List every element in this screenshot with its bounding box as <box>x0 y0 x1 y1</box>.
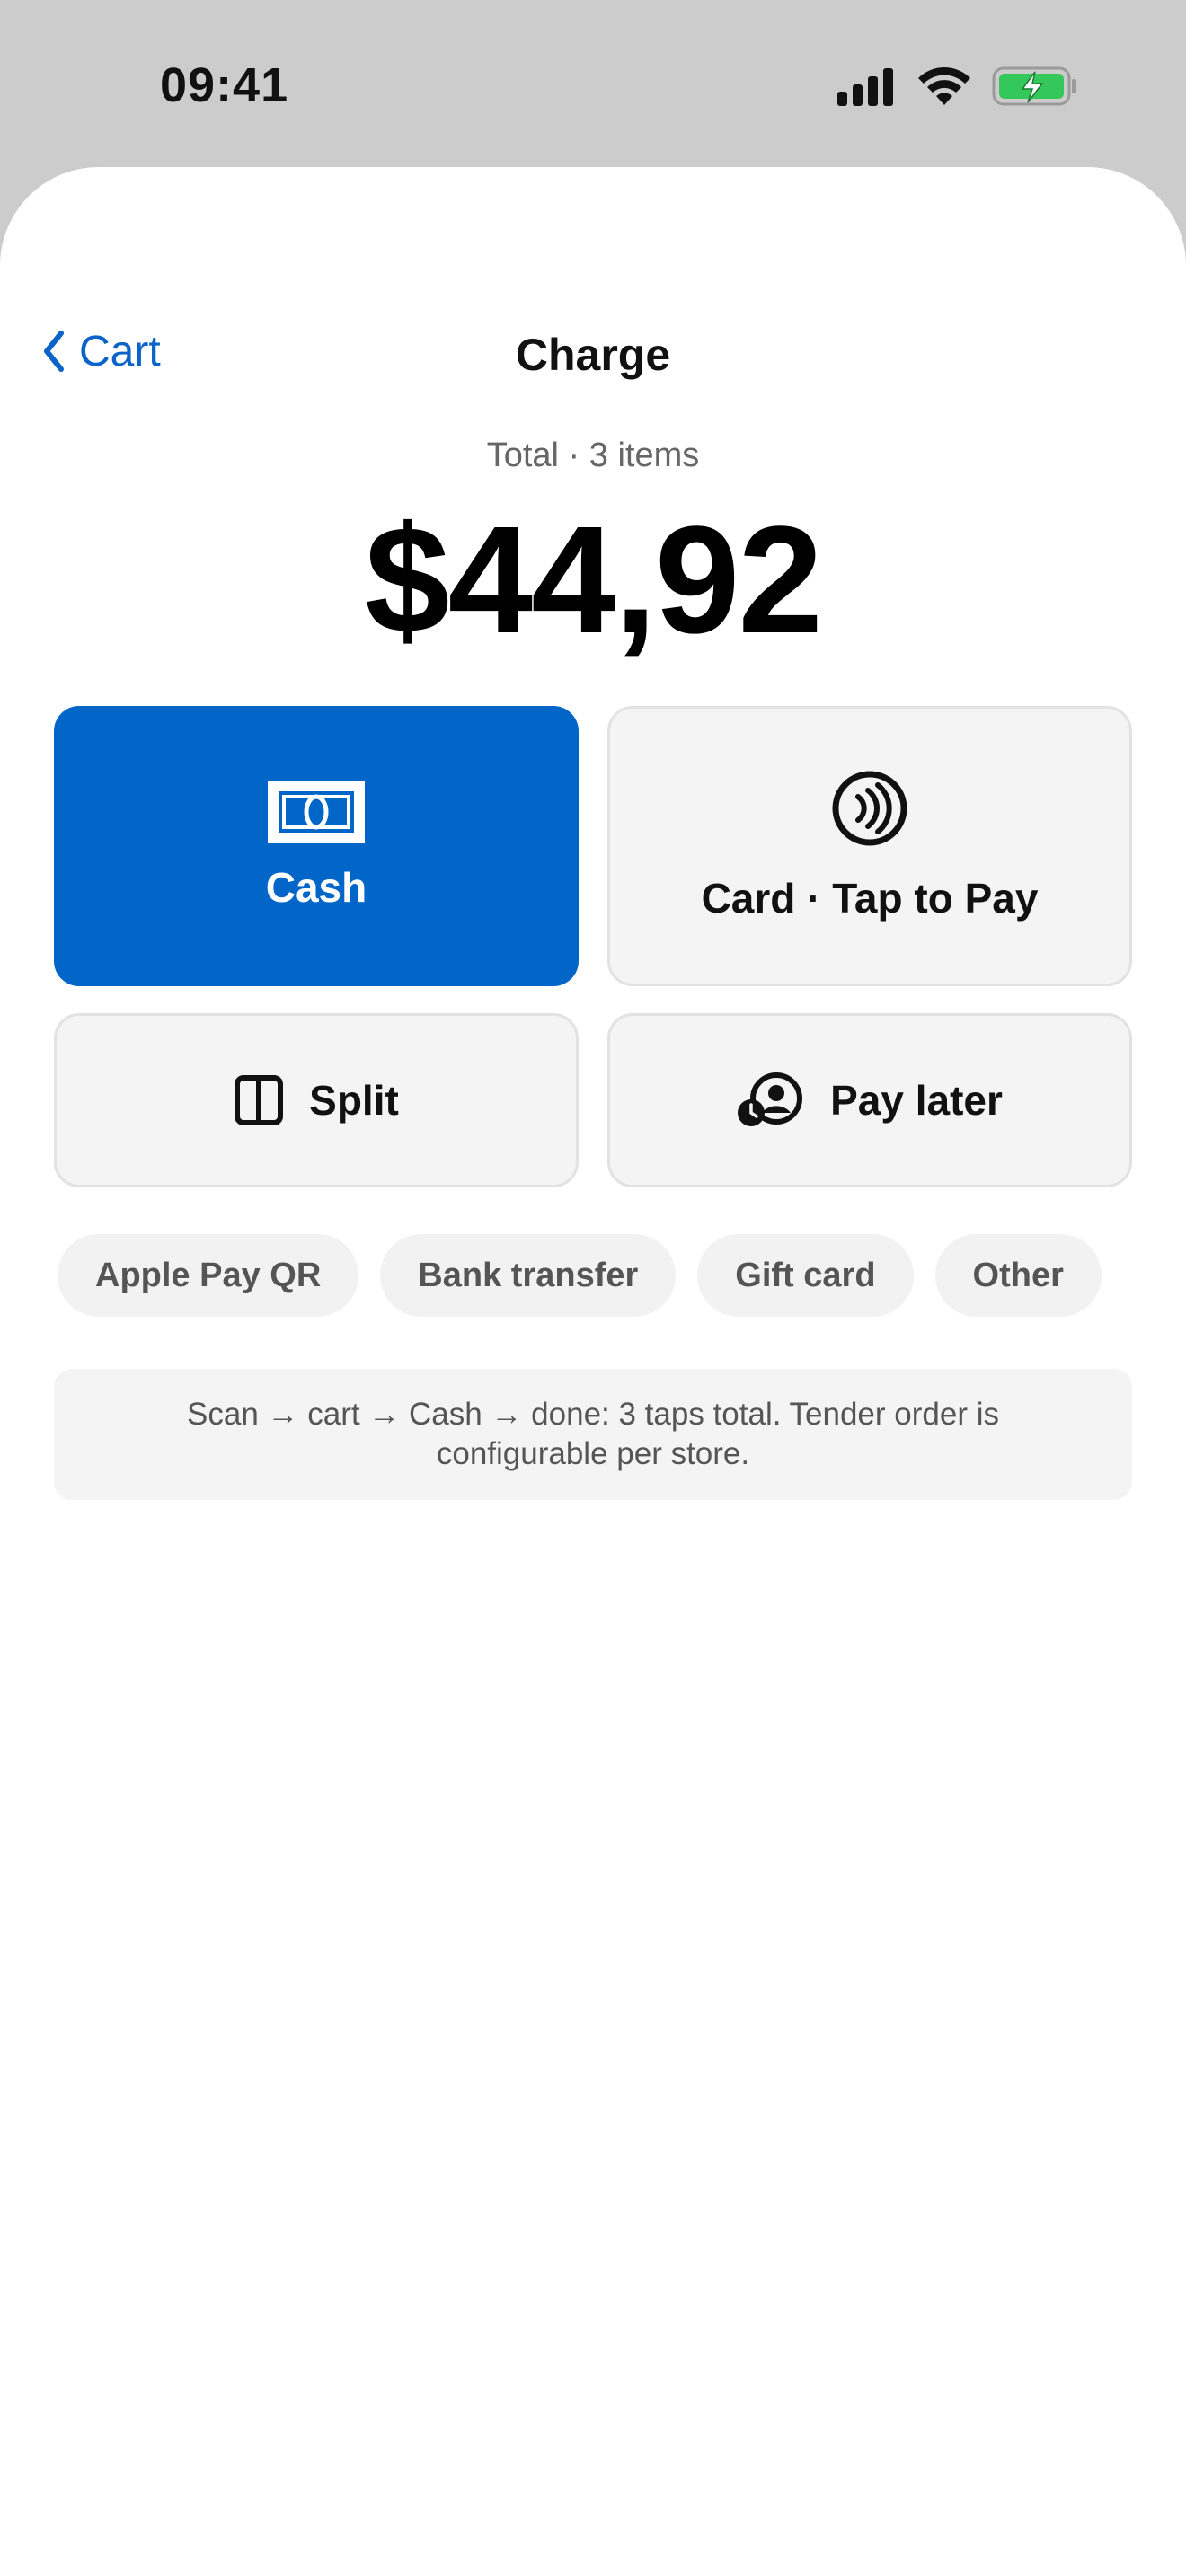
info-note: Scan → cart → Cash → done: 3 taps total.… <box>54 1369 1132 1500</box>
battery-charging-icon <box>992 66 1076 106</box>
cellular-signal-icon <box>837 68 893 106</box>
split-label: Split <box>309 1077 399 1124</box>
page-title: Charge <box>515 330 671 380</box>
total-amount: $44,92 <box>365 495 823 666</box>
chip-gift-card[interactable]: Gift card <box>697 1234 914 1317</box>
status-icons <box>836 63 1078 110</box>
chip-apple-pay-qr[interactable]: Apple Pay QR <box>58 1234 359 1317</box>
cash-label: Cash <box>265 864 367 911</box>
total-subtitle: Total · 3 items <box>486 437 700 474</box>
chip-other[interactable]: Other <box>934 1234 1102 1317</box>
pay-later-icon <box>738 1072 803 1126</box>
card-tap-to-pay-button[interactable]: Card · Tap to Pay <box>607 706 1132 986</box>
wifi-icon <box>918 66 970 105</box>
pay-later-label: Pay later <box>830 1077 1003 1124</box>
cash-tender-button[interactable]: Cash <box>54 706 579 986</box>
status-bar: 09:41 <box>0 0 1186 171</box>
split-tender-button[interactable]: Split <box>54 1013 579 1187</box>
split-icon <box>235 1075 284 1125</box>
pay-later-button[interactable]: Pay later <box>607 1013 1132 1187</box>
contactless-icon <box>832 771 907 846</box>
other-tender-chips: Apple Pay QR Bank transfer Gift card Oth… <box>58 1234 1102 1317</box>
charge-sheet: Cart Charge Total · 3 items $44,92 Cash … <box>0 167 1186 2576</box>
status-time: 09:41 <box>160 58 289 112</box>
chip-bank-transfer[interactable]: Bank transfer <box>380 1234 677 1317</box>
nav-bar: Cart Charge <box>0 302 1186 401</box>
cash-icon <box>268 781 365 843</box>
card-label: Card · Tap to Pay <box>701 875 1039 922</box>
